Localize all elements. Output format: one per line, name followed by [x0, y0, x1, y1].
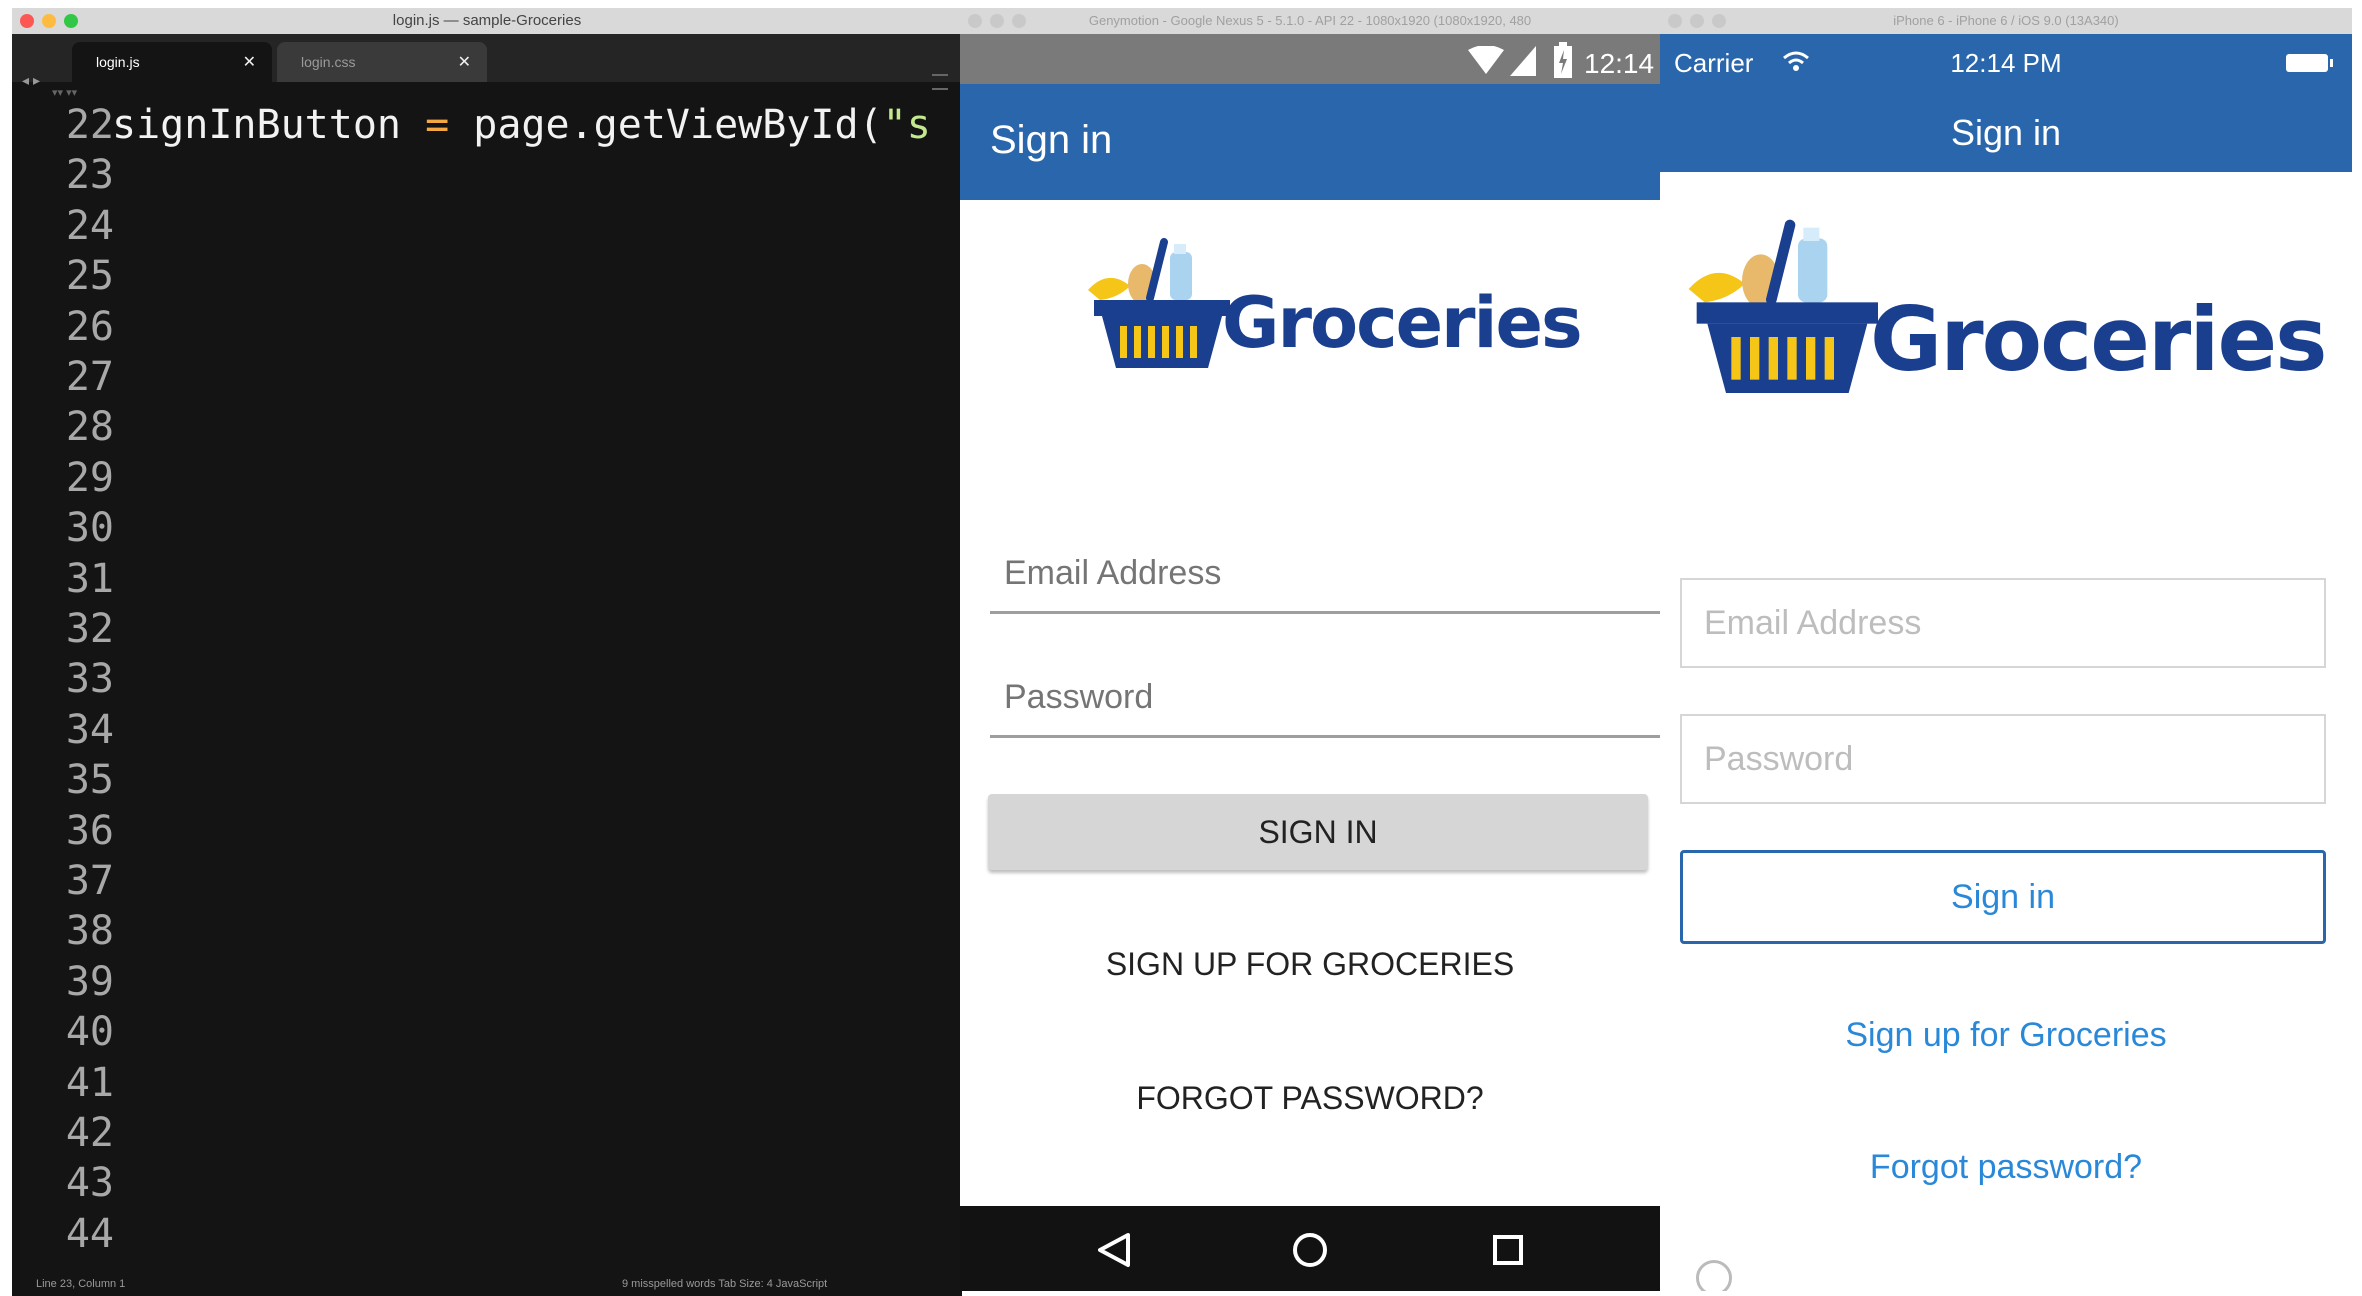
- email-placeholder: Email Address: [1704, 604, 1922, 642]
- logo-text: Groceries: [1870, 288, 2328, 391]
- password-field[interactable]: Password: [990, 678, 1660, 738]
- ios-clock: 12:14 PM: [1950, 48, 2062, 78]
- groceries-logo: Groceries: [1080, 228, 1583, 398]
- code-text: signInButton = page.getViewById("s: [112, 102, 931, 148]
- tab-menu-icon[interactable]: [932, 74, 948, 90]
- line-number: 26: [65, 303, 114, 350]
- wifi-icon: [1468, 46, 1504, 74]
- ios-header: Carrier 12:14 PM Sign in: [1660, 34, 2352, 172]
- email-field[interactable]: Email Address: [990, 554, 1660, 614]
- sign-in-button[interactable]: SIGN IN: [988, 794, 1648, 870]
- android-titlebar: Genymotion - Google Nexus 5 - 5.1.0 - AP…: [960, 8, 1660, 34]
- home-button-icon[interactable]: [1696, 1260, 1732, 1291]
- android-nav-bar: [960, 1206, 1660, 1291]
- page-title: Sign in: [990, 118, 1113, 162]
- tab-nav-arrows-icon[interactable]: ◂▸: [22, 72, 44, 89]
- line-number: 33: [65, 656, 114, 703]
- page-title: Sign in: [1950, 112, 2062, 153]
- code-editor-window: login.js — sample-Groceries ◂▸ login.js …: [12, 8, 962, 1296]
- line-number: 32: [65, 606, 114, 652]
- password-placeholder: Password: [1704, 740, 1854, 778]
- field-underline: [990, 611, 1660, 614]
- ios-simulator-window: iPhone 6 - iPhone 6 / iOS 9.0 (13A340) C…: [1660, 8, 2352, 1291]
- ios-titlebar: iPhone 6 - iPhone 6 / iOS 9.0 (13A340): [1660, 8, 2352, 34]
- tab-label: login.css: [301, 54, 356, 70]
- tab-login-js[interactable]: login.js ✕: [72, 42, 272, 82]
- line-number: 25: [65, 253, 114, 300]
- line-number: 22: [65, 102, 114, 148]
- tab-label: login.js: [96, 54, 140, 70]
- editor-window-title: login.js — sample-Groceries: [392, 12, 582, 29]
- sign-up-link[interactable]: Sign up for Groceries: [1660, 1016, 2352, 1055]
- android-clock: 12:14: [1584, 48, 1655, 79]
- password-field[interactable]: Password: [1680, 714, 2326, 804]
- password-placeholder: Password: [1004, 678, 1154, 716]
- line-number: 27: [65, 354, 114, 400]
- line-number: 28: [65, 404, 114, 451]
- line-number: 42: [65, 1110, 114, 1156]
- android-window-title: Genymotion - Google Nexus 5 - 5.1.0 - AP…: [1088, 13, 1532, 28]
- cell-signal-icon: [1510, 46, 1536, 76]
- line-number: 38: [65, 908, 114, 955]
- basket-logo-icon: [1688, 219, 1878, 393]
- line-number: 43: [65, 1160, 114, 1207]
- forgot-password-link[interactable]: Forgot password?: [1660, 1148, 2352, 1187]
- battery-icon: [1554, 42, 1572, 78]
- cursor-position: Line 23, Column 1: [36, 1278, 126, 1290]
- line-number: 29: [65, 454, 114, 501]
- android-status-bar: 12:14: [960, 34, 1660, 90]
- forgot-password-button[interactable]: FORGOT PASSWORD?: [960, 1080, 1660, 1117]
- battery-icon: [2286, 54, 2333, 72]
- recents-nav-icon[interactable]: [1492, 1234, 1524, 1266]
- editor-status-bar: Line 23, Column 1 9 misspelled words Tab…: [12, 1274, 962, 1296]
- email-field[interactable]: Email Address: [1680, 578, 2326, 668]
- editor-tab-bar: ◂▸ login.js ✕ login.css ✕: [12, 34, 962, 90]
- groceries-logo: Groceries: [1678, 204, 2328, 424]
- line-number: 24: [65, 202, 114, 249]
- line-number: 37: [65, 858, 114, 904]
- line-number: 40: [65, 1009, 114, 1056]
- line-number: 36: [65, 807, 114, 854]
- basket-logo-icon: [1088, 238, 1230, 368]
- back-nav-icon[interactable]: [1096, 1232, 1130, 1268]
- close-icon[interactable]: ✕: [243, 52, 256, 72]
- tab-login-css[interactable]: login.css ✕: [277, 42, 487, 82]
- line-number: 31: [65, 555, 114, 602]
- email-placeholder: Email Address: [1004, 554, 1222, 592]
- line-number: 34: [65, 706, 114, 753]
- field-underline: [990, 735, 1660, 738]
- line-number: 23: [65, 152, 114, 199]
- line-number: 39: [65, 958, 114, 1005]
- android-action-bar: Sign in: [960, 84, 1660, 200]
- line-number: 44: [65, 1210, 114, 1257]
- fold-markers-icon: ▾▾ ▾▾: [52, 87, 78, 99]
- line-number: 30: [65, 505, 114, 552]
- logo-text: Groceries: [1222, 282, 1583, 364]
- sign-up-button[interactable]: SIGN UP FOR GROCERIES: [960, 946, 1660, 983]
- line-number: 41: [65, 1059, 114, 1106]
- home-nav-icon[interactable]: [1292, 1232, 1328, 1268]
- editor-titlebar: login.js — sample-Groceries: [12, 8, 962, 34]
- line-number: 35: [65, 757, 114, 804]
- status-info: 9 misspelled words Tab Size: 4 JavaScrip…: [622, 1278, 828, 1290]
- android-emulator-window: Genymotion - Google Nexus 5 - 5.1.0 - AP…: [960, 8, 1660, 1291]
- sign-in-button[interactable]: Sign in: [1680, 850, 2326, 944]
- ios-window-title: iPhone 6 - iPhone 6 / iOS 9.0 (13A340): [1893, 13, 2119, 28]
- close-icon[interactable]: ✕: [458, 52, 471, 72]
